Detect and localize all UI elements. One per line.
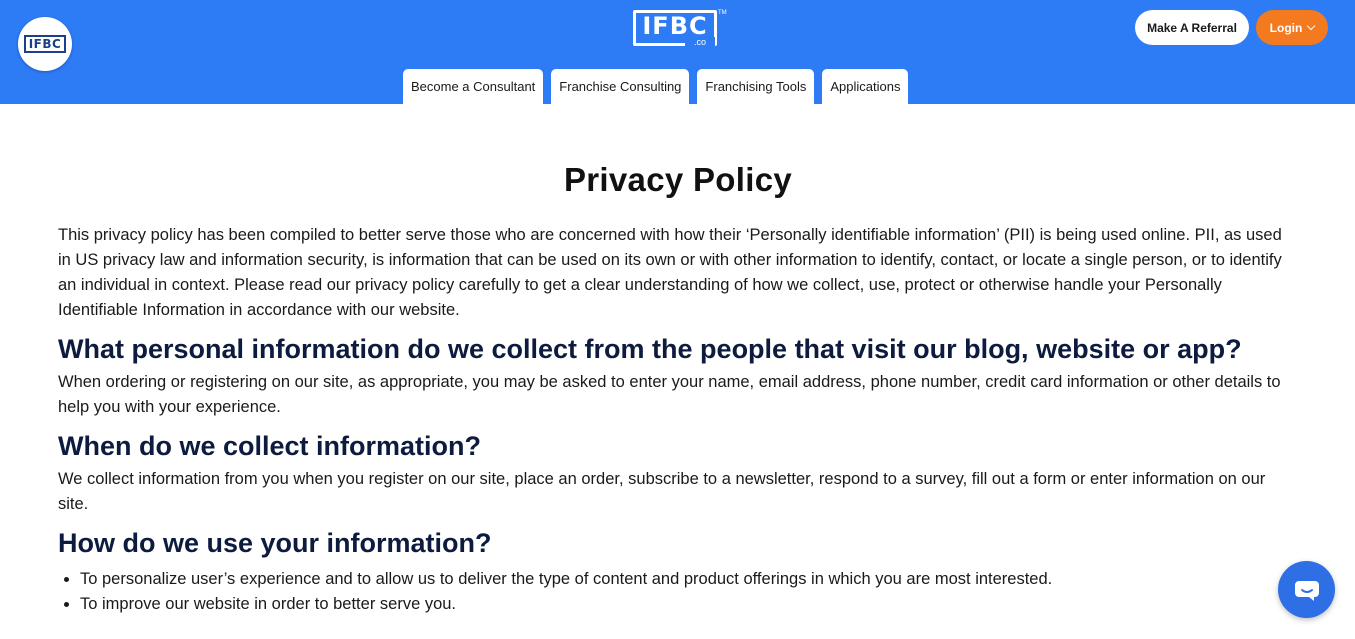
tab-franchising-tools[interactable]: Franchising Tools — [697, 69, 815, 104]
tab-franchise-consulting[interactable]: Franchise Consulting — [551, 69, 690, 104]
list-item: To improve our website in order to bette… — [80, 592, 1298, 617]
page-title: Privacy Policy — [563, 161, 792, 198]
list-item: To personalize user’s experience and to … — [80, 567, 1298, 592]
brand-logo-sub: .co — [685, 37, 715, 48]
main-content: Privacy Policy This privacy policy has b… — [58, 104, 1298, 617]
section-heading-use: How do we use your information? — [58, 528, 492, 558]
section-body-when: We collect information from you when you… — [58, 470, 1266, 513]
tab-label: Franchising Tools — [705, 79, 807, 94]
tab-label: Become a Consultant — [411, 79, 536, 94]
brand-logo[interactable]: IFBC .co TM — [633, 10, 727, 48]
use-list: To personalize user’s experience and to … — [58, 567, 1298, 617]
tab-become-a-consultant[interactable]: Become a Consultant — [403, 69, 544, 104]
site-header: IFBC IFBC .co TM Make A Referral Login B… — [0, 0, 1355, 104]
login-label: Login — [1269, 20, 1303, 35]
section-heading-when: When do we collect information? — [58, 431, 482, 461]
section-body-collect: When ordering or registering on our site… — [58, 373, 1281, 416]
brand-logo-trademark: TM — [718, 10, 727, 16]
side-logo[interactable]: IFBC — [18, 17, 72, 71]
make-referral-button[interactable]: Make A Referral — [1135, 10, 1249, 45]
section-heading-collect: What personal information do we collect … — [58, 334, 1242, 364]
chat-bubble-icon — [1294, 580, 1319, 601]
chevron-down-icon — [1307, 21, 1316, 31]
login-button[interactable]: Login — [1256, 10, 1328, 45]
tab-applications[interactable]: Applications — [822, 69, 909, 104]
make-referral-label: Make A Referral — [1147, 20, 1237, 35]
tab-label: Applications — [830, 79, 901, 94]
intro-paragraph: This privacy policy has been compiled to… — [58, 226, 1282, 319]
tab-label: Franchise Consulting — [559, 79, 682, 94]
main-nav: Become a Consultant Franchise Consulting… — [403, 69, 909, 104]
side-logo-text: IFBC — [23, 35, 67, 53]
chat-button[interactable] — [1278, 561, 1335, 618]
